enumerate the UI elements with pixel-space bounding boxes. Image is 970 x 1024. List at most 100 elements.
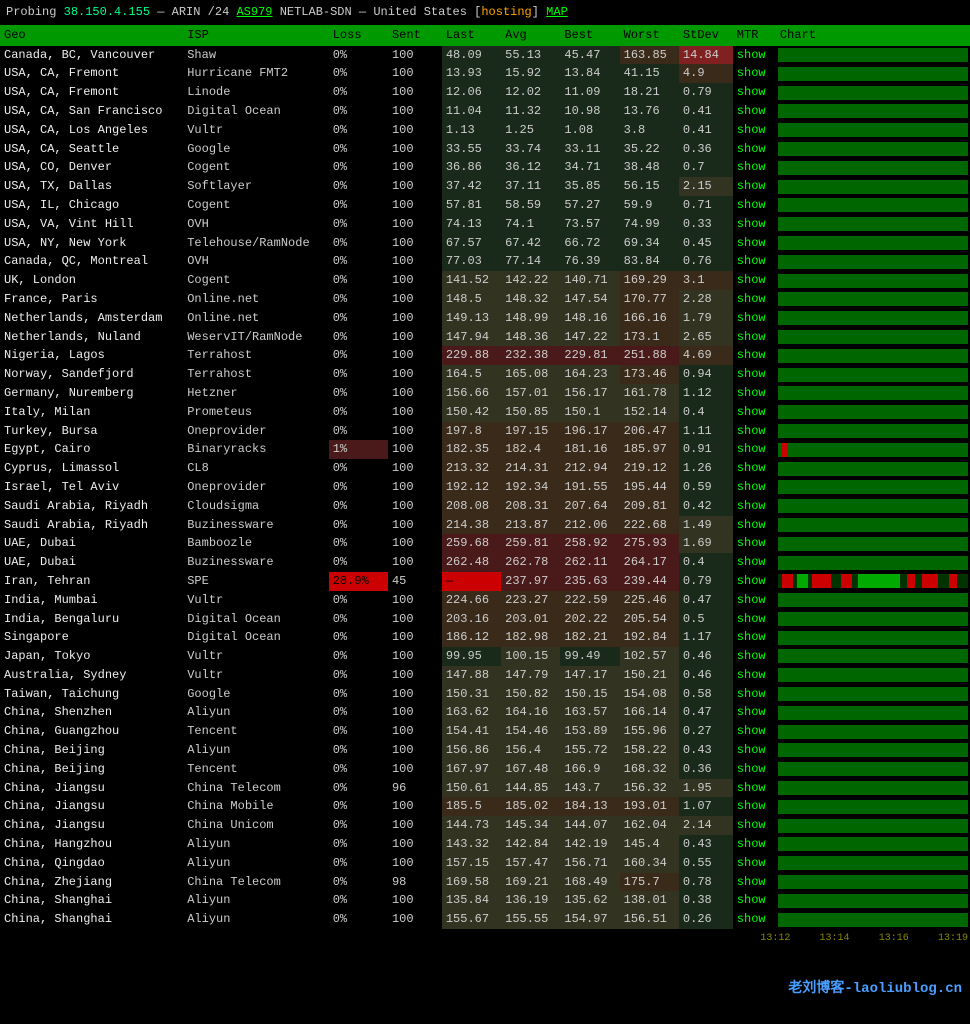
- mtr-show-link[interactable]: show: [733, 177, 776, 196]
- col-worst[interactable]: Worst: [620, 25, 679, 46]
- col-avg[interactable]: Avg: [501, 25, 560, 46]
- last-cell: 74.13: [442, 215, 501, 234]
- mtr-show-link[interactable]: show: [733, 403, 776, 422]
- mtr-show-link[interactable]: show: [733, 83, 776, 102]
- mtr-show-link[interactable]: show: [733, 271, 776, 290]
- mtr-show-link[interactable]: show: [733, 290, 776, 309]
- mtr-show-link[interactable]: show: [733, 835, 776, 854]
- mtr-show-link[interactable]: show: [733, 534, 776, 553]
- mtr-show-link[interactable]: show: [733, 854, 776, 873]
- col-best[interactable]: Best: [560, 25, 619, 46]
- mtr-show-link[interactable]: show: [733, 497, 776, 516]
- avg-cell: 213.87: [501, 516, 560, 535]
- mtr-show-link[interactable]: show: [733, 873, 776, 892]
- chart-cell: [776, 816, 970, 835]
- col-loss[interactable]: Loss: [329, 25, 388, 46]
- isp-cell: Google: [183, 140, 329, 159]
- mtr-show-link[interactable]: show: [733, 121, 776, 140]
- mtr-show-link[interactable]: show: [733, 553, 776, 572]
- best-cell: 191.55: [560, 478, 619, 497]
- mtr-show-link[interactable]: show: [733, 685, 776, 704]
- mtr-show-link[interactable]: show: [733, 459, 776, 478]
- asn-link[interactable]: AS979: [236, 5, 272, 19]
- geo-cell: UAE, Dubai: [0, 534, 183, 553]
- table-row: USA, VA, Vint HillOVH0%10074.1374.173.57…: [0, 215, 970, 234]
- geo-cell: Netherlands, Nuland: [0, 328, 183, 347]
- sent-cell: 100: [388, 271, 442, 290]
- mtr-show-link[interactable]: show: [733, 760, 776, 779]
- loss-cell: 0%: [329, 252, 388, 271]
- mtr-show-link[interactable]: show: [733, 46, 776, 65]
- best-cell: 148.16: [560, 309, 619, 328]
- isp-cell: Cogent: [183, 158, 329, 177]
- mtr-show-link[interactable]: show: [733, 478, 776, 497]
- mtr-show-link[interactable]: show: [733, 741, 776, 760]
- stdev-cell: 1.11: [679, 422, 733, 441]
- col-mtr[interactable]: MTR: [733, 25, 776, 46]
- mtr-show-link[interactable]: show: [733, 572, 776, 591]
- mtr-show-link[interactable]: show: [733, 309, 776, 328]
- mtr-show-link[interactable]: show: [733, 891, 776, 910]
- mtr-show-link[interactable]: show: [733, 252, 776, 271]
- col-chart[interactable]: Chart: [776, 25, 970, 46]
- sent-cell: 100: [388, 666, 442, 685]
- mtr-show-link[interactable]: show: [733, 628, 776, 647]
- avg-cell: 182.98: [501, 628, 560, 647]
- mtr-show-link[interactable]: show: [733, 422, 776, 441]
- mtr-show-link[interactable]: show: [733, 64, 776, 83]
- map-link[interactable]: MAP: [546, 5, 568, 19]
- mtr-show-link[interactable]: show: [733, 910, 776, 929]
- mtr-show-link[interactable]: show: [733, 140, 776, 159]
- sent-cell: 100: [388, 459, 442, 478]
- mtr-show-link[interactable]: show: [733, 666, 776, 685]
- mtr-show-link[interactable]: show: [733, 215, 776, 234]
- sent-cell: 100: [388, 440, 442, 459]
- col-last[interactable]: Last: [442, 25, 501, 46]
- worst-cell: 13.76: [620, 102, 679, 121]
- isp-cell: Aliyun: [183, 835, 329, 854]
- best-cell: 33.11: [560, 140, 619, 159]
- mtr-show-link[interactable]: show: [733, 779, 776, 798]
- worst-cell: 150.21: [620, 666, 679, 685]
- col-geo[interactable]: Geo: [0, 25, 183, 46]
- mtr-show-link[interactable]: show: [733, 647, 776, 666]
- col-sent[interactable]: Sent: [388, 25, 442, 46]
- avg-cell: 11.32: [501, 102, 560, 121]
- worst-cell: 166.14: [620, 703, 679, 722]
- chart-cell: [776, 722, 970, 741]
- avg-cell: 150.85: [501, 403, 560, 422]
- table-row: China, BeijingAliyun0%100156.86156.4155.…: [0, 741, 970, 760]
- chart-cell: [776, 140, 970, 159]
- mtr-show-link[interactable]: show: [733, 234, 776, 253]
- mtr-show-link[interactable]: show: [733, 196, 776, 215]
- best-cell: 45.47: [560, 46, 619, 65]
- geo-cell: China, Jiangsu: [0, 816, 183, 835]
- mtr-show-link[interactable]: show: [733, 610, 776, 629]
- last-cell: 13.93: [442, 64, 501, 83]
- sent-cell: 100: [388, 46, 442, 65]
- last-cell: 150.31: [442, 685, 501, 704]
- mtr-show-link[interactable]: show: [733, 722, 776, 741]
- isp-cell: China Telecom: [183, 873, 329, 892]
- mtr-show-link[interactable]: show: [733, 384, 776, 403]
- stdev-cell: 0.79: [679, 572, 733, 591]
- col-stdev[interactable]: StDev: [679, 25, 733, 46]
- mtr-show-link[interactable]: show: [733, 816, 776, 835]
- chart-cell: [776, 309, 970, 328]
- mtr-show-link[interactable]: show: [733, 328, 776, 347]
- mtr-show-link[interactable]: show: [733, 703, 776, 722]
- worst-cell: 175.7: [620, 873, 679, 892]
- mtr-show-link[interactable]: show: [733, 365, 776, 384]
- mtr-show-link[interactable]: show: [733, 158, 776, 177]
- isp-cell: Bamboozle: [183, 534, 329, 553]
- mtr-show-link[interactable]: show: [733, 591, 776, 610]
- chart-cell: [776, 234, 970, 253]
- mtr-show-link[interactable]: show: [733, 102, 776, 121]
- col-isp[interactable]: ISP: [183, 25, 329, 46]
- mtr-show-link[interactable]: show: [733, 797, 776, 816]
- loss-cell: 0%: [329, 722, 388, 741]
- mtr-show-link[interactable]: show: [733, 346, 776, 365]
- avg-cell: 155.55: [501, 910, 560, 929]
- mtr-show-link[interactable]: show: [733, 516, 776, 535]
- mtr-show-link[interactable]: show: [733, 440, 776, 459]
